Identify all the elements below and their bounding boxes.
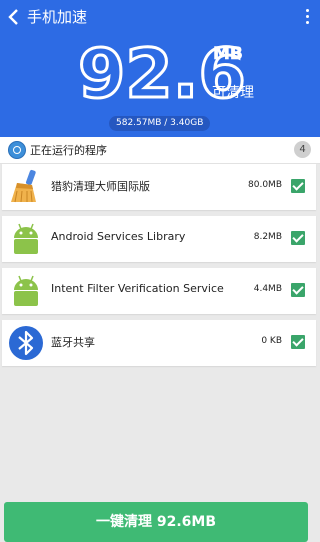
- app-size: 80.0MB: [248, 180, 282, 190]
- one-tap-clean-button[interactable]: 一键清理 92.6MB: [4, 502, 308, 542]
- app-checkbox[interactable]: [291, 335, 305, 349]
- app-name: Intent Filter Verification Service: [51, 282, 224, 295]
- size-unit: MB: [213, 44, 243, 65]
- app-name: 蓝牙共享: [51, 336, 95, 349]
- app-row-bluetooth[interactable]: 蓝牙共享 0 KB: [2, 320, 316, 366]
- android-icon: [14, 275, 38, 306]
- app-name: Android Services Library: [51, 230, 186, 243]
- header: 手机加速 92.6 MB 可清理 582.57MB / 3.40GB: [0, 0, 320, 137]
- cleanable-label: 可清理: [212, 85, 254, 101]
- top-nav: 手机加速: [0, 0, 320, 34]
- running-processes-title: 正在运行的程序: [30, 144, 107, 157]
- app-size: 0 KB: [261, 336, 282, 346]
- app-checkbox[interactable]: [291, 179, 305, 193]
- back-arrow-icon[interactable]: [6, 8, 22, 26]
- app-row-intent-filter[interactable]: Intent Filter Verification Service 4.4MB: [2, 268, 316, 314]
- process-count-badge: 4: [294, 141, 311, 158]
- app-size: 8.2MB: [253, 232, 282, 242]
- running-processes-header: 正在运行的程序 4: [0, 137, 320, 164]
- app-row-cleaner[interactable]: 猎豹清理大师国际版 80.0MB: [2, 164, 316, 210]
- app-checkbox[interactable]: [291, 283, 305, 297]
- broom-icon: [11, 169, 36, 203]
- memory-usage-badge: 582.57MB / 3.40GB: [109, 116, 211, 131]
- process-icon: [8, 141, 26, 159]
- app-size: 4.4MB: [253, 284, 282, 294]
- app-row-android-services[interactable]: Android Services Library 8.2MB: [2, 216, 316, 262]
- more-options-icon[interactable]: [304, 9, 310, 27]
- page-title: 手机加速: [27, 8, 88, 26]
- android-icon: [14, 223, 38, 254]
- app-checkbox[interactable]: [291, 231, 305, 245]
- app-name: 猎豹清理大师国际版: [51, 180, 150, 193]
- bluetooth-icon: [9, 326, 43, 360]
